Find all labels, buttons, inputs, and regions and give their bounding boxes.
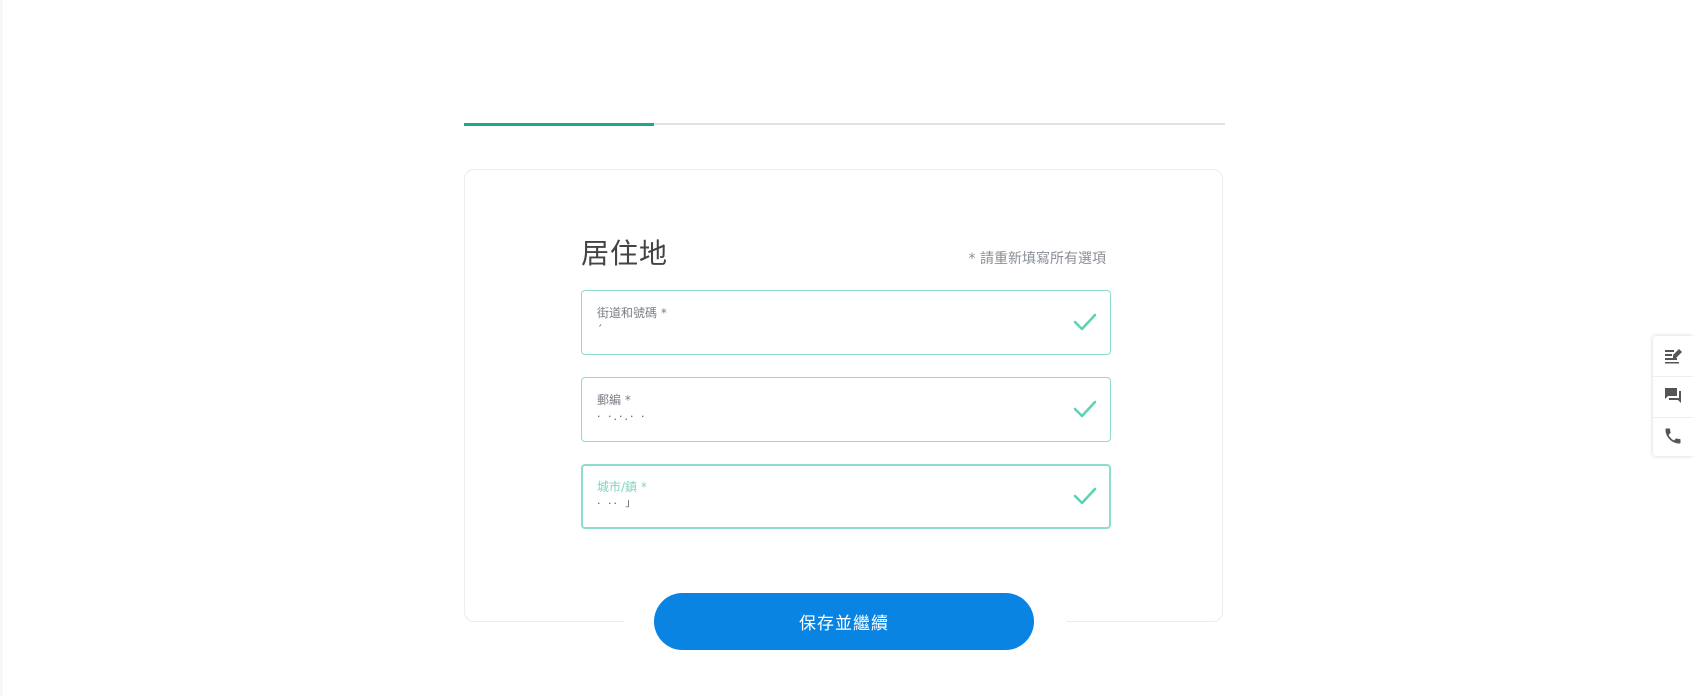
side-toolbar-phone[interactable] [1653,417,1693,458]
city-field[interactable]: 城市/鎮 * [581,464,1111,529]
postcode-label: 郵編 * [597,393,631,407]
city-input[interactable] [597,497,1037,510]
side-toolbar-edit[interactable] [1653,336,1693,376]
progress-fill [464,122,655,126]
check-icon [1072,311,1098,333]
phone-icon [1663,426,1683,450]
side-toolbar [1653,336,1693,456]
postcode-field[interactable]: 郵編 * [581,377,1111,442]
chat-icon [1663,385,1683,409]
street-label: 街道和號碼 * [597,306,667,320]
required-note: * 請重新填寫所有選項 [968,251,1106,267]
side-toolbar-chat[interactable] [1653,376,1693,417]
check-icon [1072,398,1098,420]
edit-note-icon [1663,344,1683,368]
street-input[interactable] [597,323,1037,336]
street-field[interactable]: 街道和號碼 * [581,290,1111,355]
address-card: 居住地 * 請重新填寫所有選項 街道和號碼 * 郵編 * 城市/鎮 * [464,169,1223,622]
left-edge [0,0,3,696]
check-icon [1072,485,1098,507]
save-and-continue-button[interactable]: 保存並繼續 [654,593,1034,650]
page-title: 居住地 [581,237,669,270]
progress-bar [464,122,1225,126]
postcode-input[interactable] [597,410,1037,423]
city-label: 城市/鎮 * [597,480,647,494]
page: 居住地 * 請重新填寫所有選項 街道和號碼 * 郵編 * 城市/鎮 * 保存並繼… [0,0,1693,696]
